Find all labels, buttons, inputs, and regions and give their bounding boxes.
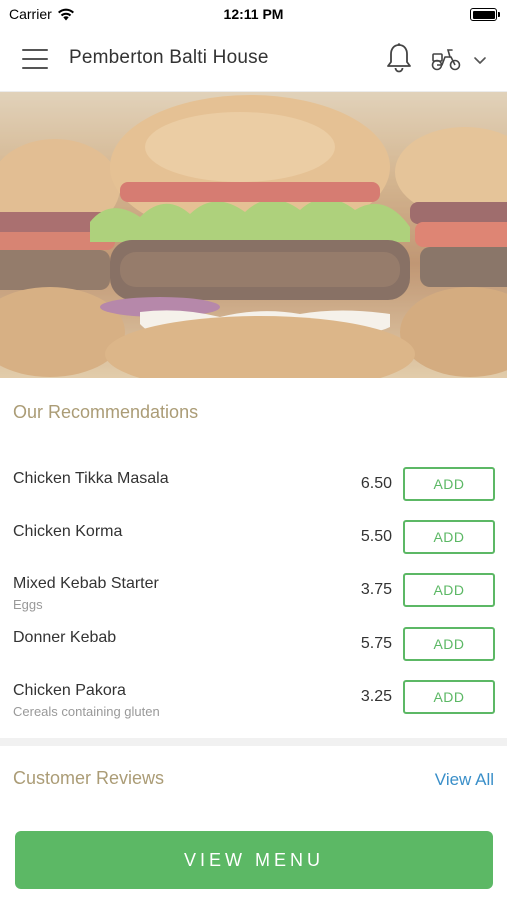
menu-item-row: Chicken Pakora Cereals containing gluten…	[0, 680, 507, 733]
add-button[interactable]: ADD	[403, 520, 495, 554]
menu-item-name: Mixed Kebab Starter	[13, 575, 159, 592]
menu-item-price: 5.75	[360, 635, 392, 652]
add-button[interactable]: ADD	[403, 627, 495, 661]
menu-item-row: Chicken Korma 5.50 ADD	[0, 520, 507, 573]
restaurant-title: Pemberton Balti House	[69, 47, 269, 68]
hero-image	[0, 92, 507, 378]
app-header: Pemberton Balti House	[0, 28, 507, 92]
add-button[interactable]: ADD	[403, 573, 495, 607]
scooter-icon[interactable]	[430, 46, 462, 72]
view-menu-button[interactable]: VIEW MENU	[15, 831, 493, 889]
hamburger-menu-icon[interactable]	[22, 49, 48, 69]
recommendations-title: Our Recommendations	[13, 402, 199, 422]
add-button[interactable]: ADD	[403, 467, 495, 501]
menu-item-allergen: Cereals containing gluten	[13, 704, 160, 719]
menu-item-name: Chicken Korma	[13, 523, 123, 540]
bell-icon[interactable]	[385, 42, 413, 74]
hero-overlay	[0, 92, 507, 378]
status-bar: Carrier 12:11 PM	[0, 0, 507, 28]
menu-item-allergen: Eggs	[13, 597, 43, 612]
menu-item-price: 3.25	[360, 688, 392, 705]
menu-item-name: Chicken Pakora	[13, 682, 126, 699]
view-all-link[interactable]: View All	[435, 770, 494, 790]
menu-item-row: Mixed Kebab Starter Eggs 3.75 ADD	[0, 573, 507, 626]
battery-icon	[470, 8, 500, 21]
menu-item-price: 5.50	[360, 528, 392, 545]
menu-item-price: 6.50	[360, 475, 392, 492]
menu-item-name: Chicken Tikka Masala	[13, 470, 169, 487]
menu-item-price: 3.75	[360, 581, 392, 598]
menu-item-name: Donner Kebab	[13, 629, 117, 646]
chevron-down-icon[interactable]	[472, 52, 488, 68]
reviews-title: Customer Reviews	[13, 768, 165, 788]
menu-item-row: Chicken Tikka Masala 6.50 ADD	[0, 467, 507, 520]
section-divider	[0, 738, 507, 746]
status-time: 12:11 PM	[223, 6, 284, 22]
add-button[interactable]: ADD	[403, 680, 495, 714]
menu-item-row: Donner Kebab 5.75 ADD	[0, 627, 507, 680]
